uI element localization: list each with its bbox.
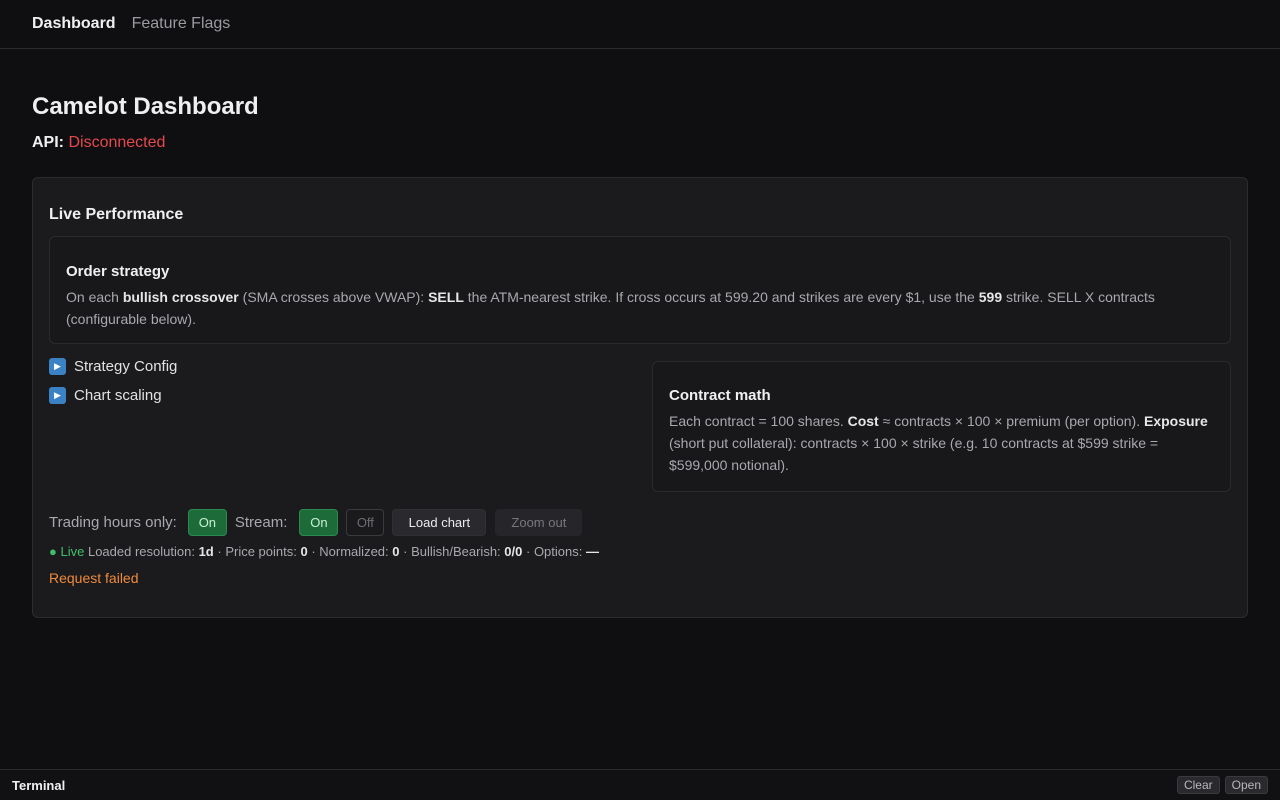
live-label: Live [60,544,85,559]
live-performance-panel: Live Performance Order strategy On each … [32,177,1248,618]
trading-hours-label: Trading hours only: [49,513,177,531]
api-status: Disconnected [68,134,166,151]
api-label: API: [32,134,64,151]
terminal-clear-button[interactable]: Clear [1176,776,1220,794]
chart-controls: Trading hours only: On Stream: On Off Lo… [49,508,583,536]
contract-math-card: Contract math Each contract = 100 shares… [652,361,1231,492]
zoom-out-button[interactable]: Zoom out [495,508,583,536]
chart-scaling-toggle[interactable]: ▶ Chart scaling [49,387,162,404]
page-title: Camelot Dashboard [32,93,259,120]
resolution-value: 1d [198,544,214,559]
order-strategy-title: Order strategy [66,263,170,280]
strategy-config-toggle[interactable]: ▶ Strategy Config [49,358,177,375]
api-status-line: API: Disconnected [32,134,165,152]
play-icon: ▶ [49,387,66,404]
order-strategy-text: On each bullish crossover (SMA crosses a… [66,289,1155,327]
contract-math-title: Contract math [669,387,771,404]
normalized-value: 0 [392,544,400,559]
live-dot-icon: ● [49,544,57,559]
options-value: — [585,544,599,559]
stream-label: Stream: [234,513,288,531]
terminal-title: Terminal [12,777,66,793]
terminal-open-button[interactable]: Open [1224,776,1268,794]
order-strategy-card: Order strategy On each bullish crossover… [49,236,1231,344]
stream-off-button[interactable]: Off [346,508,385,536]
status-line: ● Live Loaded resolution: 1d · Price poi… [49,544,599,559]
play-icon: ▶ [49,358,66,375]
error-message: Request failed [49,570,139,586]
panel-title: Live Performance [49,206,184,223]
bullish-bearish-value: 0/0 [504,544,523,559]
top-nav: Dashboard Feature Flags [0,0,1280,49]
contract-math-text: Each contract = 100 shares. Cost ≈ contr… [669,413,1208,473]
load-chart-button[interactable]: Load chart [392,508,487,536]
chart-scaling-label: Chart scaling [74,387,162,404]
stream-on-button[interactable]: On [299,508,339,536]
strategy-config-label: Strategy Config [74,358,178,375]
price-points-value: 0 [300,544,308,559]
nav-feature-flags-link[interactable]: Feature Flags [132,15,231,33]
nav-dashboard-link[interactable]: Dashboard [32,15,116,33]
terminal-bar: Terminal Clear Open [0,769,1280,800]
trading-hours-on-button[interactable]: On [187,508,227,536]
